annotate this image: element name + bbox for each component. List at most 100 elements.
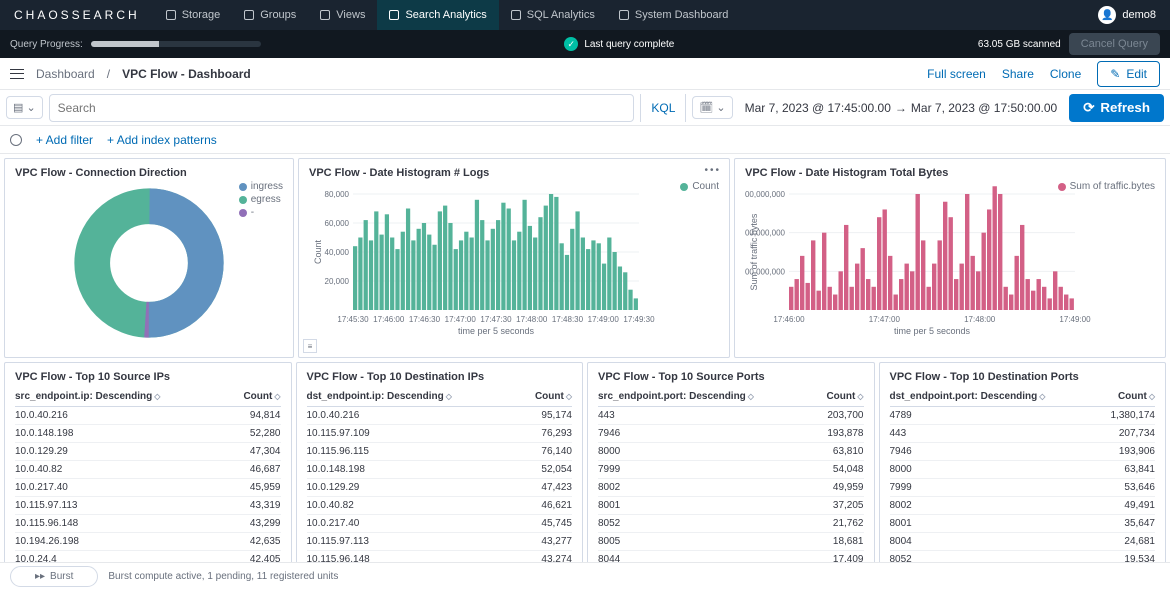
edit-button[interactable]: ✎ Edit bbox=[1097, 61, 1160, 87]
bytes-bar-chart: 10,000,000,00020,000,000,00030,000,000,0… bbox=[745, 183, 1155, 343]
table-row[interactable]: 10.0.217.4045,745 bbox=[307, 515, 573, 533]
panel-title: VPC Flow - Top 10 Destination IPs bbox=[307, 371, 573, 383]
svg-text:60,000: 60,000 bbox=[325, 219, 350, 228]
table-row[interactable]: 10.115.96.14843,299 bbox=[15, 515, 281, 533]
table-row[interactable]: 805221,762 bbox=[598, 515, 864, 533]
nav-storage[interactable]: Storage bbox=[154, 0, 233, 30]
table-header[interactable]: src_endpoint.port: Descending◇Count◇ bbox=[598, 387, 864, 407]
breadcrumb-root[interactable]: Dashboard bbox=[36, 67, 95, 81]
nav-icon bbox=[389, 10, 399, 20]
nav-sql-analytics[interactable]: SQL Analytics bbox=[499, 0, 607, 30]
table-row[interactable]: 800424,681 bbox=[890, 533, 1156, 551]
svg-text:40,000: 40,000 bbox=[325, 248, 350, 257]
table-row[interactable]: 800063,810 bbox=[598, 443, 864, 461]
table-row[interactable]: 10.0.40.8246,621 bbox=[307, 497, 573, 515]
table-row[interactable]: 10.0.40.8246,687 bbox=[15, 461, 281, 479]
table-row[interactable]: 800518,681 bbox=[598, 533, 864, 551]
table-row[interactable]: 800063,841 bbox=[890, 461, 1156, 479]
svg-text:17:49:00: 17:49:00 bbox=[588, 315, 620, 324]
table-row[interactable]: 10.0.148.19852,054 bbox=[307, 461, 573, 479]
svg-text:17:46:00: 17:46:00 bbox=[773, 315, 805, 324]
clone-link[interactable]: Clone bbox=[1050, 67, 1081, 81]
table-row[interactable]: 800137,205 bbox=[598, 497, 864, 515]
burst-icon: ▸▸ bbox=[35, 571, 45, 582]
nav-views[interactable]: Views bbox=[308, 0, 377, 30]
table-row[interactable]: 10.0.129.2947,423 bbox=[307, 479, 573, 497]
svg-text:80,000: 80,000 bbox=[325, 190, 350, 199]
fullscreen-link[interactable]: Full screen bbox=[927, 67, 986, 81]
kql-toggle[interactable]: KQL bbox=[640, 94, 686, 122]
nav-system-dashboard[interactable]: System Dashboard bbox=[607, 0, 741, 30]
table-row[interactable]: 10.115.97.10976,293 bbox=[307, 425, 573, 443]
table-row[interactable]: 799954,048 bbox=[598, 461, 864, 479]
table-row[interactable]: 10.115.97.11343,277 bbox=[307, 533, 573, 551]
svg-text:17:49:00: 17:49:00 bbox=[1059, 315, 1091, 324]
share-link[interactable]: Share bbox=[1002, 67, 1034, 81]
cancel-query-button[interactable]: Cancel Query bbox=[1069, 33, 1160, 55]
username: demo8 bbox=[1122, 9, 1156, 21]
breadcrumb-page: VPC Flow - Dashboard bbox=[122, 67, 251, 81]
svg-text:Sum of traffic bytes: Sum of traffic bytes bbox=[749, 213, 759, 290]
panel-title: VPC Flow - Date Histogram Total Bytes bbox=[745, 167, 1155, 179]
panel-histogram-bytes: VPC Flow - Date Histogram Total Bytes Su… bbox=[734, 158, 1166, 358]
table-header[interactable]: dst_endpoint.port: Descending◇Count◇ bbox=[890, 387, 1156, 407]
panel-title: VPC Flow - Top 10 Destination Ports bbox=[890, 371, 1156, 383]
search-options-button[interactable]: ▤ ⌄ bbox=[6, 96, 43, 119]
refresh-button[interactable]: ⟳ Refresh bbox=[1069, 94, 1164, 122]
svg-text:30,000,000,000: 30,000,000,000 bbox=[745, 190, 786, 199]
nav-icon bbox=[166, 10, 176, 20]
table-row[interactable]: 800249,491 bbox=[890, 497, 1156, 515]
date-range[interactable]: Mar 7, 2023 @ 17:45:00.00 → Mar 7, 2023 … bbox=[739, 101, 1064, 115]
menu-icon[interactable] bbox=[10, 69, 24, 79]
search-input[interactable] bbox=[49, 94, 635, 122]
table-row[interactable]: 10.194.26.19842,635 bbox=[15, 533, 281, 551]
table-row[interactable]: 10.0.129.2947,304 bbox=[15, 443, 281, 461]
progress-label: Query Progress: bbox=[10, 39, 83, 50]
table-row[interactable]: 800249,959 bbox=[598, 479, 864, 497]
add-index-link[interactable]: + Add index patterns bbox=[107, 133, 217, 147]
nav-search-analytics[interactable]: Search Analytics bbox=[377, 0, 498, 30]
table-row[interactable]: 10.0.40.21694,814 bbox=[15, 407, 281, 425]
nav-items: StorageGroupsViewsSearch AnalyticsSQL An… bbox=[154, 0, 741, 30]
breadcrumb-bar: Dashboard / VPC Flow - Dashboard Full sc… bbox=[0, 58, 1170, 90]
table-row[interactable]: 443207,734 bbox=[890, 425, 1156, 443]
table-row[interactable]: 443203,700 bbox=[598, 407, 864, 425]
logo: CHAOSSEARCH bbox=[0, 8, 154, 22]
check-icon: ✓ bbox=[564, 37, 578, 51]
table-row[interactable]: 10.0.217.4045,959 bbox=[15, 479, 281, 497]
add-filter-link[interactable]: + Add filter bbox=[36, 133, 93, 147]
avatar-icon: 👤 bbox=[1098, 6, 1116, 24]
table-row[interactable]: 10.0.148.19852,280 bbox=[15, 425, 281, 443]
table-row[interactable]: 47891,380,174 bbox=[890, 407, 1156, 425]
svg-text:17:46:00: 17:46:00 bbox=[373, 315, 405, 324]
table-row[interactable]: 10.115.96.11576,140 bbox=[307, 443, 573, 461]
table-row[interactable]: 10.0.40.21695,174 bbox=[307, 407, 573, 425]
top-nav: CHAOSSEARCH StorageGroupsViewsSearch Ana… bbox=[0, 0, 1170, 30]
table-row[interactable]: 10.115.97.11343,319 bbox=[15, 497, 281, 515]
table-header[interactable]: dst_endpoint.ip: Descending◇Count◇ bbox=[307, 387, 573, 407]
nav-icon bbox=[320, 10, 330, 20]
nav-icon bbox=[244, 10, 254, 20]
panel-src-port: VPC Flow - Top 10 Source Portssrc_endpoi… bbox=[587, 362, 875, 578]
nav-groups[interactable]: Groups bbox=[232, 0, 308, 30]
table-row[interactable]: 7946193,906 bbox=[890, 443, 1156, 461]
table-row[interactable]: 799953,646 bbox=[890, 479, 1156, 497]
table-row[interactable]: 7946193,878 bbox=[598, 425, 864, 443]
panel-menu-icon[interactable]: ••• bbox=[704, 165, 721, 176]
svg-text:time per 5 seconds: time per 5 seconds bbox=[458, 326, 535, 336]
burst-button[interactable]: ▸▸ Burst bbox=[10, 566, 98, 587]
svg-text:17:48:00: 17:48:00 bbox=[964, 315, 996, 324]
query-progress-bar: Query Progress: ✓ Last query complete 63… bbox=[0, 30, 1170, 58]
legend-toggle-icon[interactable]: ≡ bbox=[303, 339, 317, 353]
legend-item: - bbox=[239, 207, 283, 218]
svg-text:17:48:00: 17:48:00 bbox=[516, 315, 548, 324]
filter-bar: + Add filter + Add index patterns bbox=[0, 126, 1170, 154]
progress-track bbox=[91, 41, 261, 47]
user-menu[interactable]: 👤 demo8 bbox=[1084, 6, 1170, 24]
svg-text:17:49:30: 17:49:30 bbox=[623, 315, 655, 324]
tables-row: VPC Flow - Top 10 Source IPssrc_endpoint… bbox=[4, 362, 1166, 578]
table-header[interactable]: src_endpoint.ip: Descending◇Count◇ bbox=[15, 387, 281, 407]
table-row[interactable]: 800135,647 bbox=[890, 515, 1156, 533]
gear-icon[interactable] bbox=[10, 134, 22, 146]
calendar-button[interactable]: 🗓 ⌄ bbox=[692, 96, 732, 119]
